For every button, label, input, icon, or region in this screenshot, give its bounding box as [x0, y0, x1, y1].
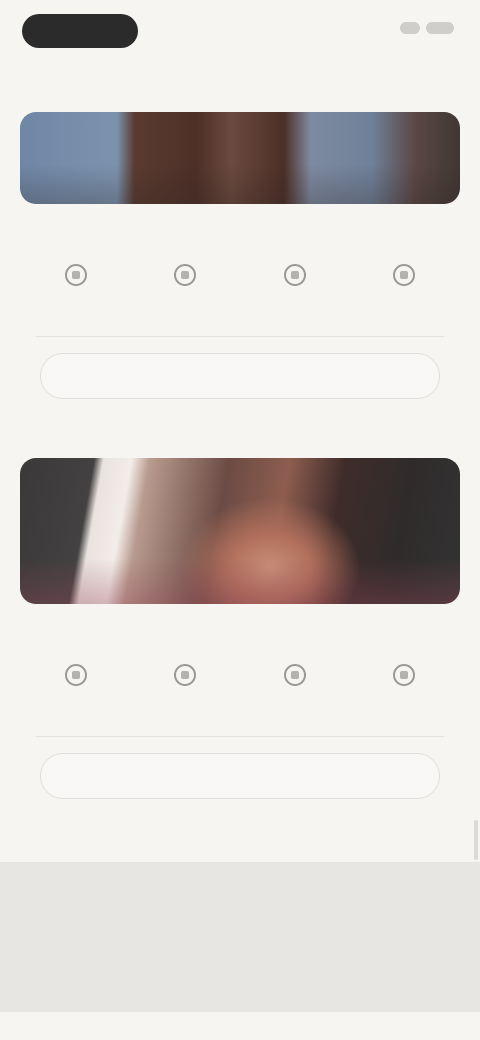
listing-image[interactable] — [20, 458, 460, 604]
listing-title — [32, 618, 448, 638]
view-details-button[interactable] — [40, 753, 440, 799]
top-bar — [0, 0, 480, 72]
cart-icon[interactable] — [400, 22, 420, 34]
feature-row — [28, 264, 452, 314]
feature-item — [137, 264, 233, 314]
feature-item — [247, 664, 343, 714]
bed-icon — [65, 664, 87, 686]
promo-band — [0, 862, 480, 1012]
page — [0, 0, 480, 1040]
bed-icon — [65, 264, 87, 286]
bath-icon — [174, 264, 197, 286]
scrollbar-thumb[interactable] — [474, 820, 478, 860]
section-heading — [38, 1020, 298, 1040]
feature-item — [356, 664, 452, 714]
guests-icon — [283, 664, 306, 686]
feature-item — [28, 264, 124, 314]
listing-card[interactable] — [20, 112, 460, 399]
feature-item — [247, 264, 343, 314]
area-icon — [392, 264, 415, 286]
view-details-button[interactable] — [40, 353, 440, 399]
guests-icon — [283, 264, 306, 286]
feature-item — [28, 664, 124, 714]
feature-item — [356, 264, 452, 314]
divider — [36, 336, 444, 337]
listing-card[interactable] — [20, 458, 460, 799]
bath-icon — [174, 664, 197, 686]
feature-row — [28, 664, 452, 714]
listing-title — [32, 218, 448, 238]
listing-image[interactable] — [20, 112, 460, 204]
header-actions — [400, 22, 454, 34]
divider — [36, 736, 444, 737]
area-icon — [392, 664, 415, 686]
feature-item — [137, 664, 233, 714]
menu-pill-button[interactable] — [22, 14, 138, 48]
profile-icon[interactable] — [426, 22, 454, 34]
